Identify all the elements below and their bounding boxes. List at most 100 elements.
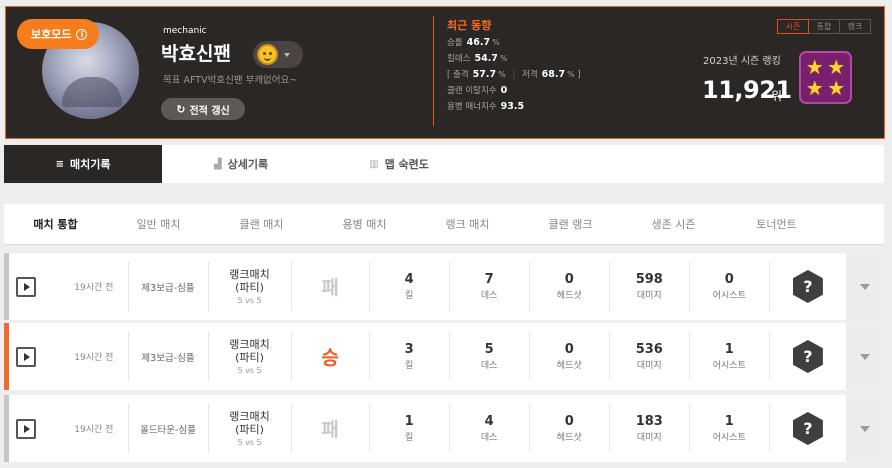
headshot-label: 헤드샷 (556, 291, 582, 301)
subtab-survival-season[interactable]: 생존 시즌 (622, 204, 725, 244)
period-tab-total[interactable]: 통합 (808, 19, 840, 34)
match-result: 패 (290, 404, 369, 453)
stat-headshot: 0 헤드샷 (528, 404, 609, 453)
match-result: 승 (290, 332, 369, 381)
subtab-all-match[interactable]: 매치 통합 (4, 204, 107, 244)
assist-value: 1 (724, 342, 734, 357)
shot-rate-label: 출격 (453, 70, 469, 80)
death-value: 7 (484, 272, 494, 287)
protect-mode-badge[interactable]: 보호모드 i (17, 19, 100, 49)
death-label: 데스 (480, 361, 498, 371)
replay-button[interactable] (9, 346, 42, 367)
leave-index-value: 0 (500, 85, 508, 96)
bracket-open: [ (447, 70, 451, 80)
mode-sub: (파티) (235, 351, 264, 364)
death-label: 데스 (480, 291, 498, 301)
stat-kill: 1킬 (368, 404, 449, 453)
subtab-clan-rank[interactable]: 클랜 랭크 (519, 204, 622, 244)
subtab-mercenary-match[interactable]: 용병 매치 (313, 204, 416, 244)
mode-sub: (파티) (235, 423, 264, 436)
stat-death: 7 데스 (448, 262, 529, 311)
win-rate-value: 46.7 (466, 37, 491, 48)
manner-index-value: 93.5 (500, 101, 525, 112)
play-icon (15, 346, 36, 367)
expand-row-button[interactable] (845, 395, 885, 462)
stat-assist: 1 어시스트 (688, 404, 769, 453)
unknown-weapon-icon: ? (792, 412, 823, 445)
period-tab-season[interactable]: 시즌 (777, 19, 809, 34)
match-time: 19시간 전 (74, 353, 114, 363)
match-mode: 랭크매치 (파티) 5 vs 5 (207, 332, 291, 381)
match-time: 19시간 전 (74, 425, 114, 435)
match-row[interactable]: 19시간 전 제3보급-심플 랭크매치 (파티) 5 vs 5 패 4킬 7 데스… (4, 253, 885, 320)
season-period-tabs: 시즌 통합 랭크 (777, 19, 871, 34)
match-result: 패 (290, 262, 369, 311)
stat-damage: 536 대미지 (608, 332, 689, 381)
subtab-normal-match[interactable]: 일반 매치 (107, 204, 210, 244)
assist-label: 어시스트 (712, 433, 746, 443)
main-tabs: ≡ 매치기록 ▟ 상세기록 ▥ 맵 숙련도 (4, 145, 884, 183)
profile-header: 보호모드 i mechanic 박효신팬 목표 AFTV박효신팬 부캐없어요~ … (5, 6, 885, 139)
separator: | (512, 70, 516, 80)
nickname: 박효신팬 (161, 43, 231, 65)
leave-index-label: 클랜 이탈지수 (447, 86, 497, 96)
assist-label: 어시스트 (712, 361, 746, 371)
refresh-record-button[interactable]: ↻ 전적 갱신 (161, 98, 245, 120)
damage-value: 183 (635, 414, 663, 429)
headshot-label: 헤드샷 (556, 433, 582, 443)
mode-sub: (파티) (235, 281, 264, 294)
kill-rate-label: 킬데스 (447, 54, 471, 64)
expand-row-button[interactable] (845, 253, 885, 320)
bracket-close: ] (577, 70, 581, 80)
smiley-rank-icon (257, 44, 278, 65)
expand-row-button[interactable] (845, 323, 885, 390)
stat-headshot: 0 헤드샷 (528, 332, 609, 381)
subtab-clan-match[interactable]: 클랜 매치 (210, 204, 313, 244)
stat-assist: 1 어시스트 (688, 332, 769, 381)
replay-button[interactable] (9, 276, 42, 297)
kill-label: 킬 (404, 433, 414, 443)
match-row[interactable]: 19시간 전 올드타운-심플 랭크매치 (파티) 5 vs 5 패 1킬 4 데스… (4, 395, 885, 462)
play-icon (15, 418, 36, 439)
damage-label: 대미지 (636, 291, 662, 301)
list-icon: ≡ (55, 158, 64, 170)
death-value: 4 (484, 414, 494, 429)
stat-kill: 3킬 (368, 332, 449, 381)
team-size: 5 vs 5 (237, 438, 262, 447)
match-time: 19시간 전 (74, 283, 114, 293)
mode-name: 랭크매치 (229, 338, 270, 351)
class-rank-dropdown[interactable] (253, 41, 303, 68)
tab-detail-record[interactable]: ▟ 상세기록 (162, 145, 320, 183)
chevron-down-icon (859, 353, 870, 360)
stat-kill: 4킬 (368, 262, 449, 311)
shot-rate-value: 57.7 (472, 69, 497, 80)
star-icon: ★ (805, 54, 824, 79)
star-icon: ★ (805, 76, 824, 101)
team-size: 5 vs 5 (237, 366, 262, 375)
subtab-tournament[interactable]: 토너먼트 (725, 204, 828, 244)
chevron-down-icon (859, 283, 870, 290)
match-row[interactable]: 19시간 전 제3보급-심플 랭크매치 (파티) 5 vs 5 승 3킬 5 데스… (4, 323, 885, 390)
replay-button[interactable] (9, 418, 42, 439)
subtab-rank-match[interactable]: 랭크 매치 (416, 204, 519, 244)
headshot-value: 0 (564, 414, 574, 429)
assist-value: 0 (724, 272, 734, 287)
headshot-value: 0 (564, 272, 574, 287)
tab-match-record[interactable]: ≡ 매치기록 (4, 145, 162, 183)
snipe-rate-unit: % (567, 70, 575, 79)
period-tab-rank[interactable]: 랭크 (839, 19, 871, 34)
play-icon (15, 276, 36, 297)
shot-rate-unit: % (498, 70, 506, 79)
tier-emblem-icon: ★ ★ ★ ★ (799, 51, 852, 104)
manner-index-label: 용병 매너지수 (447, 102, 497, 112)
refresh-label: 전적 갱신 (189, 105, 230, 117)
kill-value: 3 (404, 342, 414, 357)
stat-headshot: 0 헤드샷 (528, 262, 609, 311)
match-map: 제3보급-심플 (127, 262, 208, 311)
info-icon[interactable]: i (76, 28, 88, 40)
tab-map-proficiency[interactable]: ▥ 맵 숙련도 (320, 145, 478, 183)
tab-label: 매치기록 (69, 158, 111, 171)
damage-value: 598 (635, 272, 663, 287)
stat-damage: 598 대미지 (608, 262, 689, 311)
headshot-label: 헤드샷 (556, 361, 582, 371)
